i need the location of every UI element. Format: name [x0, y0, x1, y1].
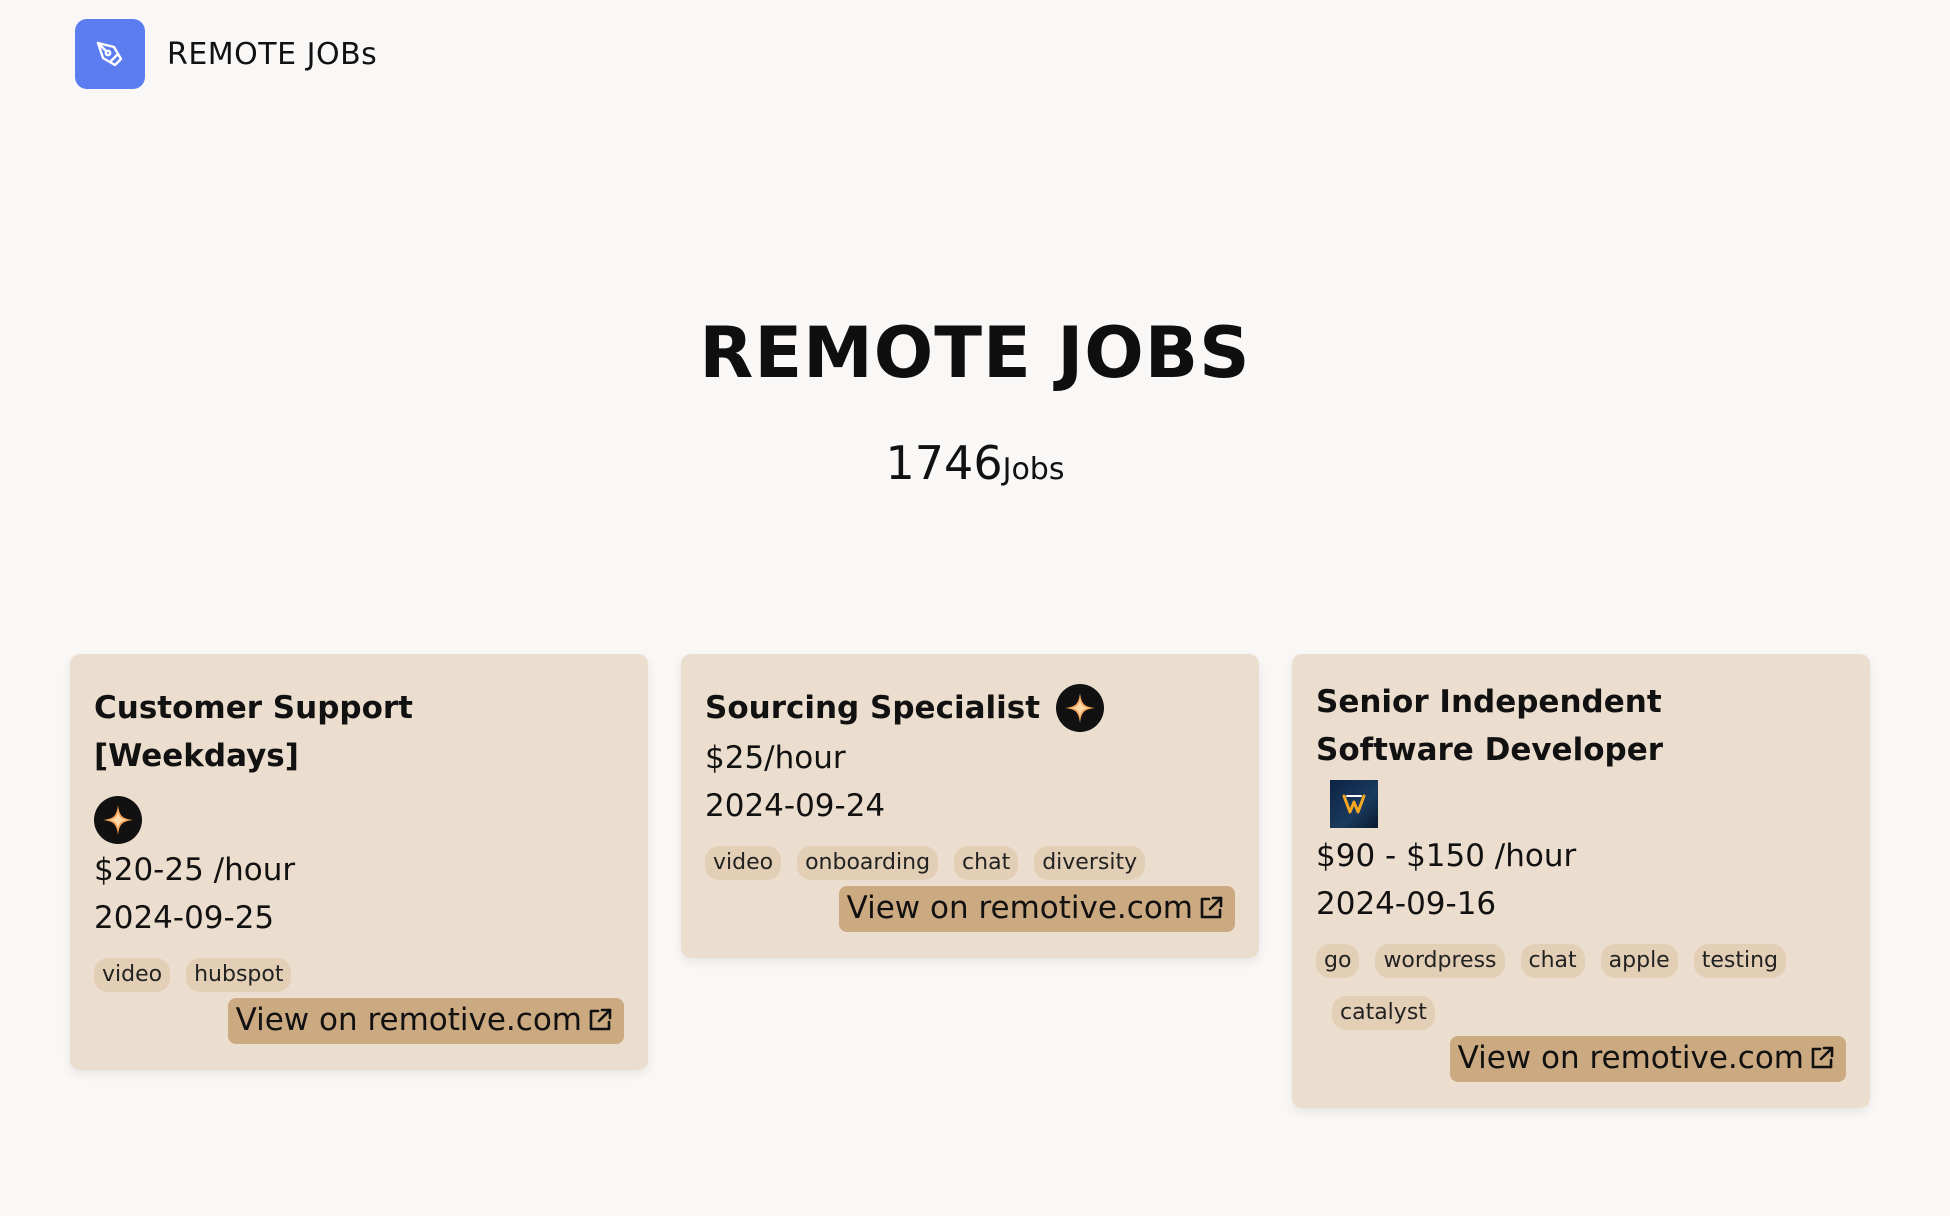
- tag[interactable]: chat: [954, 846, 1019, 880]
- job-card: Sourcing Specialist $25/hour 2024-09-24 …: [681, 654, 1259, 958]
- tag[interactable]: diversity: [1034, 846, 1146, 880]
- external-link-icon: [1811, 1046, 1834, 1069]
- company-logo-icon: [1330, 780, 1378, 828]
- site-header: REMOTE JOBs: [75, 19, 377, 89]
- external-link-icon: [1200, 896, 1223, 919]
- job-salary: $90 - $150 /hour: [1316, 838, 1577, 874]
- job-title[interactable]: Senior Independent Software Developer: [1316, 678, 1756, 774]
- view-on-remotive-button[interactable]: View on remotive.com: [838, 886, 1235, 932]
- tag[interactable]: chat: [1520, 944, 1585, 978]
- job-card: Customer Support [Weekdays] $20-25 /hour…: [70, 654, 648, 1070]
- tag[interactable]: hubspot: [186, 958, 292, 992]
- job-title[interactable]: Sourcing Specialist: [705, 684, 1040, 732]
- job-salary: $20-25 /hour: [94, 852, 296, 888]
- tag-list: video onboarding chat diversity: [705, 846, 1235, 880]
- tag[interactable]: video: [94, 958, 171, 992]
- pen-nib-icon[interactable]: [75, 19, 145, 89]
- external-link-icon: [589, 1008, 612, 1031]
- job-date: 2024-09-25: [94, 900, 275, 936]
- tag-list: video hubspot: [94, 958, 624, 992]
- view-button-label: View on remotive.com: [846, 890, 1193, 926]
- job-title[interactable]: Customer Support [Weekdays]: [94, 684, 624, 780]
- job-count: 1746Jobs: [0, 440, 1950, 486]
- company-logo-icon: [94, 796, 142, 844]
- job-salary: $25/hour: [705, 740, 846, 776]
- tag[interactable]: apple: [1600, 944, 1678, 978]
- job-count-number: 1746: [885, 436, 1003, 490]
- tag-list: go wordpress chat apple testing catalyst: [1316, 944, 1796, 1030]
- page-title: REMOTE JOBS: [699, 312, 1251, 394]
- job-count-unit: Jobs: [1002, 452, 1065, 487]
- view-on-remotive-button[interactable]: View on remotive.com: [1449, 1036, 1846, 1082]
- tag[interactable]: onboarding: [797, 846, 939, 880]
- tag[interactable]: catalyst: [1332, 996, 1435, 1030]
- tag[interactable]: go: [1316, 944, 1360, 978]
- view-on-remotive-button[interactable]: View on remotive.com: [227, 998, 624, 1044]
- tag[interactable]: video: [705, 846, 782, 880]
- tag[interactable]: testing: [1693, 944, 1786, 978]
- view-button-label: View on remotive.com: [235, 1002, 582, 1038]
- company-logo-icon: [1056, 684, 1105, 732]
- job-card: Senior Independent Software Developer $9…: [1292, 654, 1870, 1108]
- job-date: 2024-09-16: [1316, 886, 1497, 922]
- view-button-label: View on remotive.com: [1457, 1040, 1804, 1076]
- brand-name[interactable]: REMOTE JOBs: [167, 37, 377, 72]
- job-date: 2024-09-24: [705, 788, 886, 824]
- tag[interactable]: wordpress: [1375, 944, 1505, 978]
